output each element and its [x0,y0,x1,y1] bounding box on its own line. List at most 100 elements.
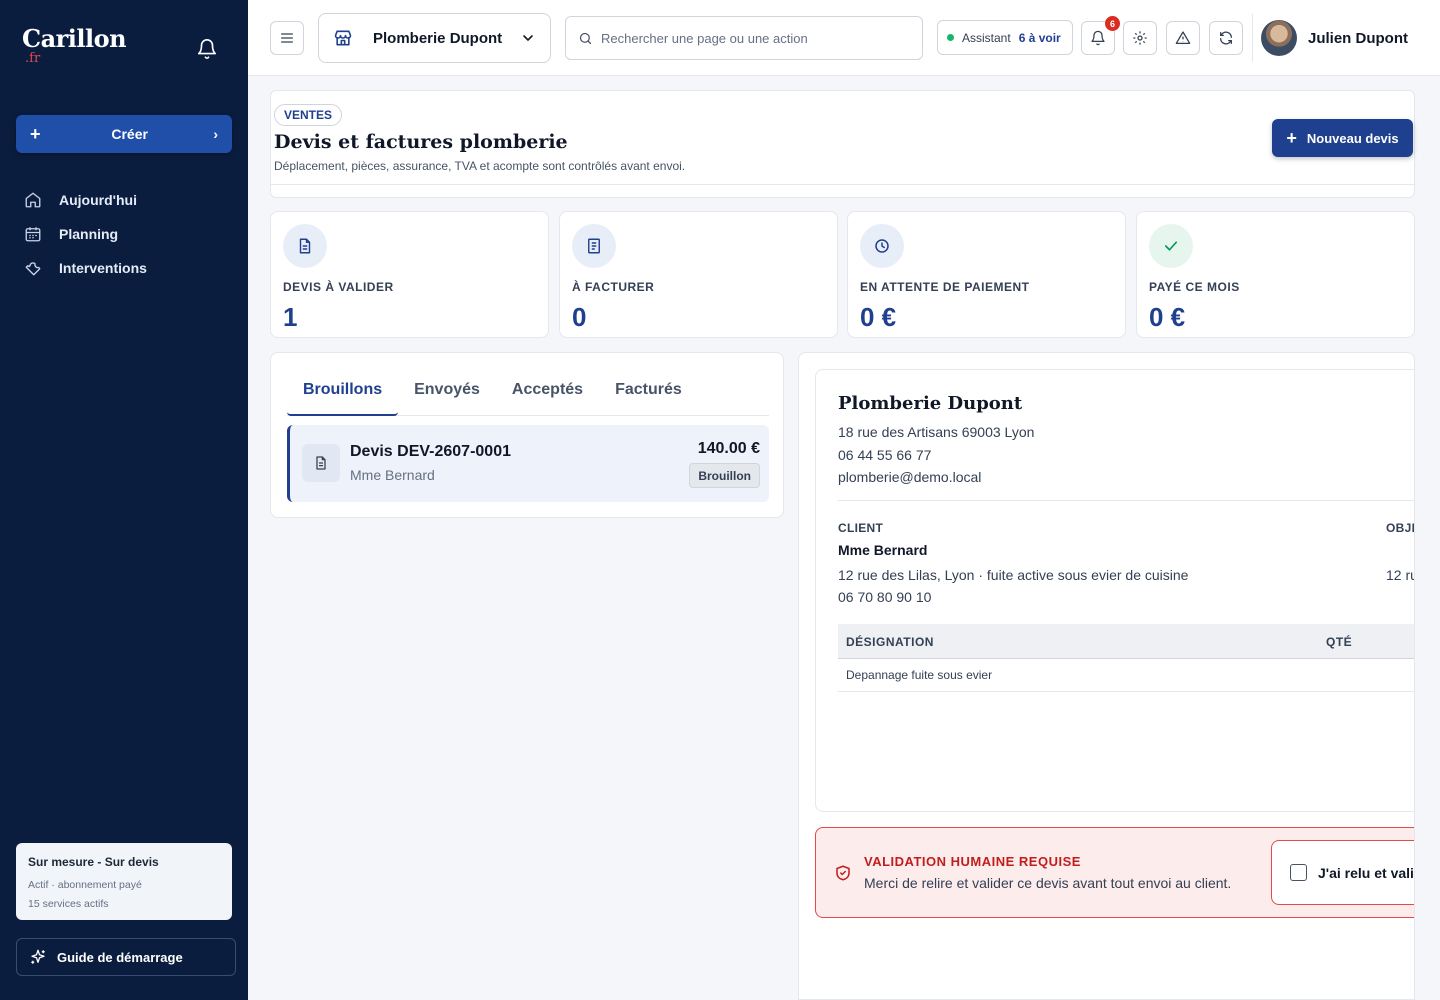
document-icon [302,444,340,482]
sidebar-item-label: Aujourd'hui [59,192,137,208]
company-name: Plomberie Dupont [838,393,1023,414]
sidebar-item-label: Planning [59,226,119,242]
sidebar-item-today[interactable]: Aujourd'hui [24,183,147,217]
document-icon [283,224,327,268]
sparkles-icon [31,949,45,964]
quote-preview: Plomberie Dupont 18 rue des Artisans 690… [815,369,1415,812]
table-header: DÉSIGNATION QTÉ [838,624,1414,659]
clock-icon [860,224,904,268]
tab-drafts[interactable]: Brouillons [287,369,399,416]
page-subtitle: Déplacement, pièces, assurance, TVA et a… [274,159,686,173]
wrench-icon [25,262,41,276]
hamburger-icon [281,33,293,43]
company-address: 18 rue des Artisans 69003 Lyon [838,424,1035,440]
user-name: Julien Dupont [1308,29,1408,47]
table-row: Depannage fuite sous evier [838,659,1414,692]
object-text: 12 ru [1386,567,1415,583]
tab-invoiced[interactable]: Facturés [599,369,698,416]
create-label: Créer [111,126,148,142]
notifications-button[interactable]: 6 [1081,16,1120,55]
client-caption: CLIENT [838,521,884,535]
avatar [1261,20,1297,56]
plan-services: 15 services actifs [28,898,109,910]
settings-button[interactable] [1123,21,1157,55]
object-caption: OBJET [1386,521,1414,535]
document-client: Mme Bernard [350,467,435,483]
stat-label: EN ATTENTE DE PAIEMENT [860,280,1030,294]
plus-icon: + [1286,127,1297,148]
divider [838,500,1414,501]
new-quote-label: Nouveau devis [1306,130,1399,146]
stat-label: À FACTURER [572,280,655,294]
status-dot [947,34,954,41]
line-item-designation: Depannage fuite sous evier [846,668,993,682]
list-item[interactable]: Devis DEV-2607-0001 Mme Bernard 140.00 €… [287,425,769,502]
company-email: plomberie@demo.local [838,469,982,485]
receipt-icon [572,224,616,268]
checkbox[interactable] [1290,864,1307,881]
refresh-icon [1220,31,1232,45]
brand-name: Carillon [22,24,127,53]
company-phone: 06 44 55 66 77 [838,447,932,463]
sidebar-item-label: Interventions [59,260,147,276]
review-checkbox[interactable]: J'ai relu et valide [1271,840,1414,905]
validation-text: Merci de relire et valider ce devis avan… [864,875,1232,891]
guide-label: Guide de démarrage [57,949,183,965]
chevron-down-icon [523,35,533,42]
search-input[interactable] [601,30,910,46]
brand-logo[interactable]: Carillon .fr [22,24,127,66]
plus-icon: + [30,123,41,144]
plan-card[interactable]: Sur mesure - Sur devis Actif · abonnemen… [16,843,232,920]
sidebar-item-planning[interactable]: Planning [24,217,147,251]
documents-panel: Brouillons Envoyés Acceptés Facturés Dev… [270,352,784,518]
stat-value: 1 [283,302,298,332]
search-box [565,16,923,60]
alerts-button[interactable] [1166,21,1200,55]
stat-card-to-validate[interactable]: DEVIS À VALIDER 1 [270,211,549,338]
page-header: VENTES Devis et factures plomberie Dépla… [270,90,1415,198]
user-menu[interactable]: Julien Dupont [1252,14,1408,62]
stat-label: DEVIS À VALIDER [283,280,394,294]
checkbox-label: J'ai relu et valide [1318,864,1414,881]
tab-sent[interactable]: Envoyés [398,369,496,416]
document-amount: 140.00 € [697,440,760,457]
sidebar: Carillon .fr + Créer › Aujourd'hui Plann… [0,0,248,1000]
client-name: Mme Bernard [838,542,928,558]
create-button[interactable]: + Créer › [16,115,232,153]
status-badge: Brouillon [689,463,760,488]
business-name: Plomberie Dupont [373,29,503,47]
preview-panel: Plomberie Dupont 18 rue des Artisans 690… [798,352,1415,1000]
column-qty: QTÉ [1326,635,1353,649]
page-title: Devis et factures plomberie [274,131,568,153]
refresh-button[interactable] [1209,21,1243,55]
assistant-button[interactable]: Assistant 6 à voir [937,20,1073,55]
business-selector[interactable]: Plomberie Dupont [318,13,551,63]
chevron-right-icon: › [213,126,218,142]
client-phone: 06 70 80 90 10 [838,589,932,605]
shield-icon [836,865,850,881]
check-icon [1149,224,1193,268]
new-quote-button[interactable]: + Nouveau devis [1272,119,1413,157]
stat-card-to-invoice[interactable]: À FACTURER 0 [559,211,838,338]
plan-title: Sur mesure - Sur devis [28,855,159,869]
sidebar-bell-icon[interactable] [196,38,218,60]
assistant-count: 6 à voir [1018,30,1061,45]
menu-button[interactable] [270,21,304,55]
document-title: Devis DEV-2607-0001 [350,443,511,460]
stat-card-pending-payment[interactable]: EN ATTENTE DE PAIEMENT 0 € [847,211,1126,338]
plan-status: Actif · abonnement payé [28,879,142,891]
gear-icon [1133,31,1147,45]
sidebar-nav: Aujourd'hui Planning Interventions [24,183,147,285]
divider [271,184,1415,185]
sidebar-item-interventions[interactable]: Interventions [24,251,147,285]
client-address: 12 rue des Lilas, Lyon · fuite active so… [838,567,1189,583]
validation-alert: VALIDATION HUMAINE REQUISE Merci de reli… [815,827,1414,918]
topbar: Plomberie Dupont Assistant 6 à voir 6 Ju… [248,0,1440,76]
brand-tld: .fr [25,51,41,66]
tab-accepted[interactable]: Acceptés [496,369,599,416]
section-tag: VENTES [274,104,343,126]
stat-card-paid-month[interactable]: PAYÉ CE MOIS 0 € [1136,211,1415,338]
column-designation: DÉSIGNATION [846,635,934,649]
guide-button[interactable]: Guide de démarrage [16,938,236,976]
stat-label: PAYÉ CE MOIS [1149,280,1240,294]
